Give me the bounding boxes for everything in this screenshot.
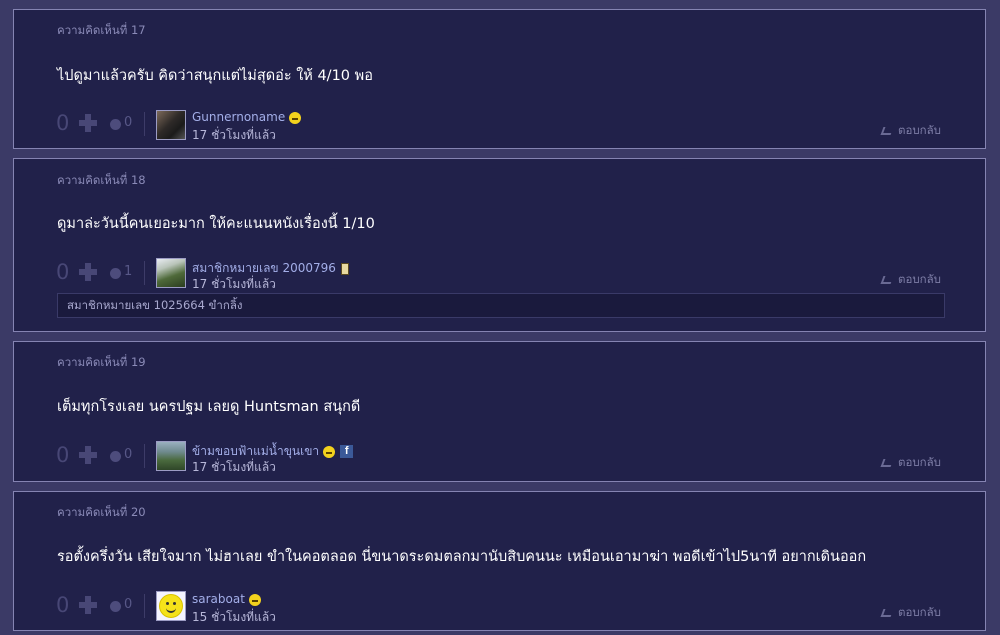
plus-icon[interactable] (79, 596, 97, 614)
vote-count: 0 (56, 593, 70, 617)
emotion-count: 0 (124, 115, 133, 130)
reply-button[interactable]: ตอบกลับ (880, 122, 941, 140)
username-link[interactable]: Gunnernoname (192, 110, 302, 124)
smiley-badge-icon (289, 111, 302, 124)
plus-icon[interactable] (79, 446, 97, 464)
reply-button[interactable]: ตอบกลับ (880, 271, 941, 289)
emotion-count: 0 (124, 447, 133, 462)
divider (144, 261, 145, 285)
emotion-icon[interactable] (110, 119, 121, 130)
timestamp: 15 ชั่วโมงที่แล้ว (192, 610, 276, 624)
reply-icon (880, 458, 894, 467)
username-link[interactable]: saraboat (192, 592, 261, 606)
avatar[interactable] (156, 110, 186, 140)
comment-card: ความคิดเห็นที่ 18 ดูมาล่ะวันนี้คนเยอะมาก… (13, 158, 986, 332)
divider (144, 594, 145, 618)
emotion-count: 1 (124, 264, 133, 279)
reply-icon (880, 275, 894, 284)
comment-number: ความคิดเห็นที่ 20 (57, 505, 146, 519)
comment-number: ความคิดเห็นที่ 17 (57, 23, 146, 37)
emotion-count: 0 (124, 597, 133, 612)
reply-button[interactable]: ตอบกลับ (880, 604, 941, 622)
emotion-icon[interactable] (110, 601, 121, 612)
sub-reply: สมาชิกหมายเลข 1025664 ขำกลิ้ง (57, 293, 945, 318)
reply-icon (880, 126, 894, 135)
comment-card: ความคิดเห็นที่ 17 ไปดูมาแล้วครับ คิดว่าส… (13, 9, 986, 149)
reply-button[interactable]: ตอบกลับ (880, 454, 941, 472)
reply-icon (880, 608, 894, 617)
comment-number: ความคิดเห็นที่ 18 (57, 173, 146, 187)
timestamp: 17 ชั่วโมงที่แล้ว (192, 128, 276, 142)
smiley-badge-icon (323, 445, 336, 458)
divider (144, 112, 145, 136)
avatar[interactable] (156, 441, 186, 471)
comment-text: รอตั้งครึ่งวัน เสียใจมาก ไม่ฮาเลย ขำในคอ… (57, 549, 867, 565)
comment-text: ดูมาล่ะวันนี้คนเยอะมาก ให้คะแนนหนังเรื่อ… (57, 216, 375, 232)
smiley-badge-icon (248, 593, 261, 606)
timestamp: 17 ชั่วโมงที่แล้ว (192, 460, 276, 474)
plus-icon[interactable] (79, 263, 97, 281)
comment-feed: ความคิดเห็นที่ 17 ไปดูมาแล้วครับ คิดว่าส… (0, 0, 1000, 635)
avatar[interactable] (156, 591, 186, 621)
avatar[interactable] (156, 258, 186, 288)
comment-card: ความคิดเห็นที่ 19 เต็มทุกโรงเลย นครปฐม เ… (13, 341, 986, 482)
timestamp: 17 ชั่วโมงที่แล้ว (192, 277, 276, 291)
vote-count: 0 (56, 443, 70, 467)
comment-card: ความคิดเห็นที่ 20 รอตั้งครึ่งวัน เสียใจม… (13, 491, 986, 631)
comment-text: ไปดูมาแล้วครับ คิดว่าสนุกแต่ไม่สุดอ่ะ ให… (57, 68, 373, 84)
plus-icon[interactable] (79, 114, 97, 132)
vote-count: 0 (56, 111, 70, 135)
vote-count: 0 (56, 260, 70, 284)
smiley-avatar-icon (159, 594, 183, 618)
emotion-icon[interactable] (110, 268, 121, 279)
divider (144, 444, 145, 468)
emotion-icon[interactable] (110, 451, 121, 462)
facebook-badge-icon: f (340, 445, 354, 458)
mobile-badge-icon (340, 262, 349, 275)
comment-text: เต็มทุกโรงเลย นครปฐม เลยดู Huntsman สนุก… (57, 399, 361, 415)
comment-number: ความคิดเห็นที่ 19 (57, 355, 146, 369)
